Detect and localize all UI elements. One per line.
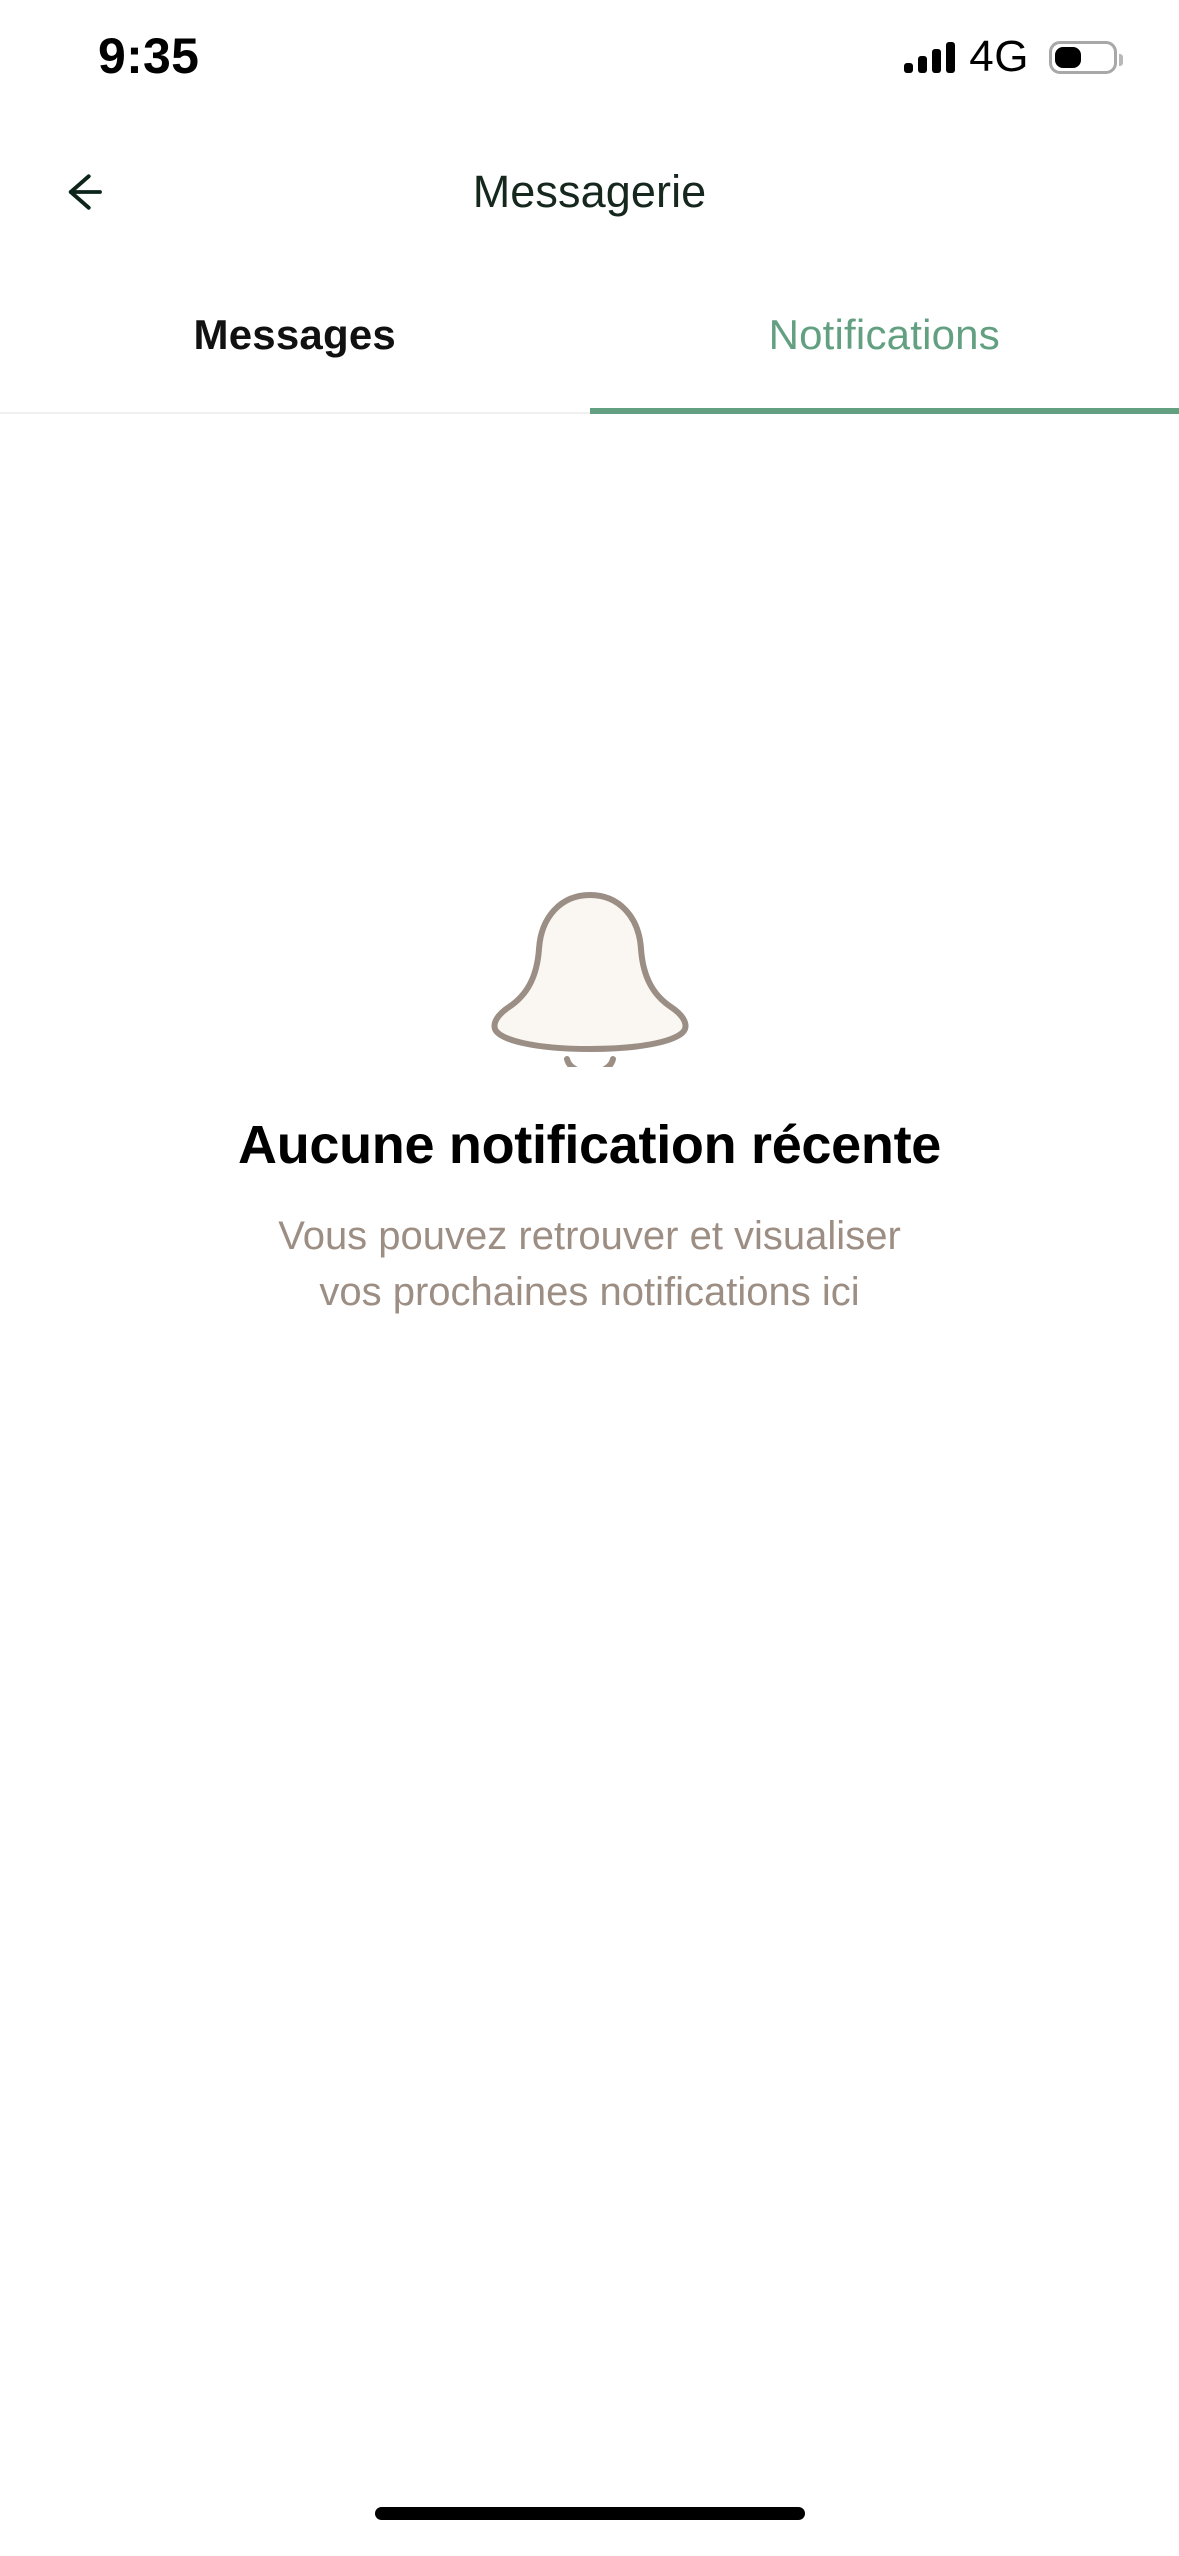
signal-bars-icon [904, 41, 956, 73]
status-bar-indicators: 4G [904, 32, 1123, 81]
battery-icon [1049, 40, 1123, 74]
tab-bar: Messages Notifications [0, 258, 1179, 414]
tab-messages-label: Messages [193, 311, 396, 358]
home-indicator-area [0, 2470, 1179, 2556]
home-indicator[interactable] [374, 2506, 805, 2520]
arrow-left-icon [68, 174, 102, 210]
empty-state-title: Aucune notification récente [238, 1115, 941, 1175]
bell-icon [475, 877, 705, 1067]
nav-bar: Messagerie [0, 126, 1179, 258]
tab-messages[interactable]: Messages [0, 258, 590, 412]
status-bar: 9:35 4G [0, 0, 1179, 126]
network-type-label: 4G [969, 32, 1029, 81]
tab-notifications[interactable]: Notifications [589, 258, 1179, 414]
page-title: Messagerie [472, 166, 707, 217]
tab-notifications-label: Notifications [768, 311, 1000, 358]
app-screen: 9:35 4G Messagerie Messages Notification… [0, 0, 1179, 2556]
battery-fill [1055, 46, 1081, 68]
bell-illustration [491, 892, 688, 1067]
empty-state-subtitle: Vous pouvez retrouver et visualiser vos … [278, 1214, 901, 1314]
back-button[interactable] [36, 146, 128, 238]
notifications-empty-state: Aucune notification récente Vous pouvez … [0, 414, 1179, 2470]
